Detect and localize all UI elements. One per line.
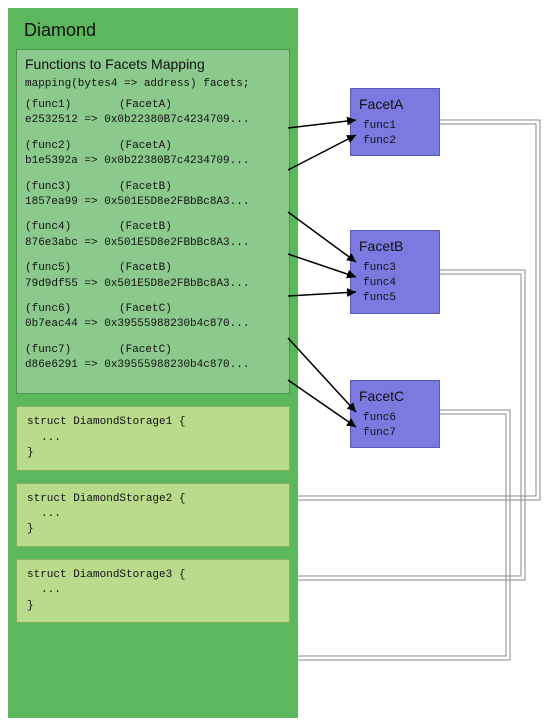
entry-func-label: (func6): [25, 302, 95, 317]
storage-body: ...: [27, 431, 279, 446]
entry-func-label: (func7): [25, 343, 95, 358]
entry-facet-label: (FacetB): [119, 261, 172, 276]
arrow-icon: =>: [84, 278, 97, 290]
storage-decl: struct DiamondStorage3 {: [27, 568, 279, 583]
entry-facet-label: (FacetA): [119, 139, 172, 154]
facet-func: func3: [359, 261, 431, 276]
facet-b: FacetB func3 func4 func5: [350, 230, 440, 314]
storage-body: ...: [27, 507, 279, 522]
storage-struct: struct DiamondStorage3 { ... }: [16, 559, 290, 623]
facet-func: func4: [359, 276, 431, 291]
storage-close: }: [27, 522, 279, 537]
entry-facet-label: (FacetC): [119, 343, 172, 358]
mapping-box: Functions to Facets Mapping mapping(byte…: [16, 49, 290, 394]
arrow-icon: =>: [84, 114, 97, 126]
facet-func: func1: [359, 119, 431, 134]
entry-func-label: (func3): [25, 180, 95, 195]
entry-selector: 1857ea99: [25, 196, 78, 208]
diamond-container: Diamond Functions to Facets Mapping mapp…: [8, 8, 298, 718]
facet-func: func2: [359, 134, 431, 149]
entry-selector: 79d9df55: [25, 278, 78, 290]
storage-close: }: [27, 599, 279, 614]
mapping-entry: (func2) (FacetA) b1e5392a => 0x0b22380B7…: [25, 139, 281, 170]
facet-c: FacetC func6 func7: [350, 380, 440, 448]
arrow-icon: =>: [84, 237, 97, 249]
entry-selector: 876e3abc: [25, 237, 78, 249]
entry-selector: b1e5392a: [25, 155, 78, 167]
entry-facet-label: (FacetB): [119, 180, 172, 195]
mapping-entry: (func1) (FacetA) e2532512 => 0x0b22380B7…: [25, 98, 281, 129]
entry-address: 0x501E5D8e2FBbBc8A3...: [104, 196, 249, 208]
entry-address: 0x39555988230b4c870...: [104, 359, 249, 371]
storage-close: }: [27, 446, 279, 461]
mapping-entry: (func7) (FacetC) d86e6291 => 0x395559882…: [25, 343, 281, 374]
entry-func-label: (func1): [25, 98, 95, 113]
storage-body: ...: [27, 583, 279, 598]
mapping-title: Functions to Facets Mapping: [25, 56, 281, 72]
facet-func: func7: [359, 426, 431, 441]
entry-func-label: (func4): [25, 220, 95, 235]
facet-title: FacetB: [359, 237, 431, 257]
entry-selector: 0b7eac44: [25, 318, 78, 330]
entry-facet-label: (FacetB): [119, 220, 172, 235]
entry-facet-label: (FacetC): [119, 302, 172, 317]
entry-selector: d86e6291: [25, 359, 78, 371]
arrow-icon: =>: [84, 196, 97, 208]
entry-address: 0x0b22380B7c4234709...: [104, 114, 249, 126]
mapping-entry: (func5) (FacetB) 79d9df55 => 0x501E5D8e2…: [25, 261, 281, 292]
arrow-icon: =>: [84, 155, 97, 167]
facet-func: func6: [359, 411, 431, 426]
diamond-title: Diamond: [16, 16, 290, 49]
entry-selector: e2532512: [25, 114, 78, 126]
facet-a: FacetA func1 func2: [350, 88, 440, 156]
mapping-entry: (func4) (FacetB) 876e3abc => 0x501E5D8e2…: [25, 220, 281, 251]
mapping-entry: (func3) (FacetB) 1857ea99 => 0x501E5D8e2…: [25, 180, 281, 211]
arrow-icon: =>: [84, 318, 97, 330]
arrow-icon: =>: [84, 359, 97, 371]
facet-title: FacetA: [359, 95, 431, 115]
facet-func: func5: [359, 291, 431, 306]
storage-decl: struct DiamondStorage1 {: [27, 415, 279, 430]
storage-struct: struct DiamondStorage2 { ... }: [16, 483, 290, 547]
entry-address: 0x501E5D8e2FBbBc8A3...: [104, 278, 249, 290]
mapping-entry: (func6) (FacetC) 0b7eac44 => 0x395559882…: [25, 302, 281, 333]
storage-struct: struct DiamondStorage1 { ... }: [16, 406, 290, 470]
storage-decl: struct DiamondStorage2 {: [27, 492, 279, 507]
mapping-declaration: mapping(bytes4 => address) facets;: [25, 78, 281, 90]
entry-func-label: (func5): [25, 261, 95, 276]
facet-title: FacetC: [359, 387, 431, 407]
entry-address: 0x0b22380B7c4234709...: [104, 155, 249, 167]
entry-facet-label: (FacetA): [119, 98, 172, 113]
entry-func-label: (func2): [25, 139, 95, 154]
entry-address: 0x501E5D8e2FBbBc8A3...: [104, 237, 249, 249]
entry-address: 0x39555988230b4c870...: [104, 318, 249, 330]
